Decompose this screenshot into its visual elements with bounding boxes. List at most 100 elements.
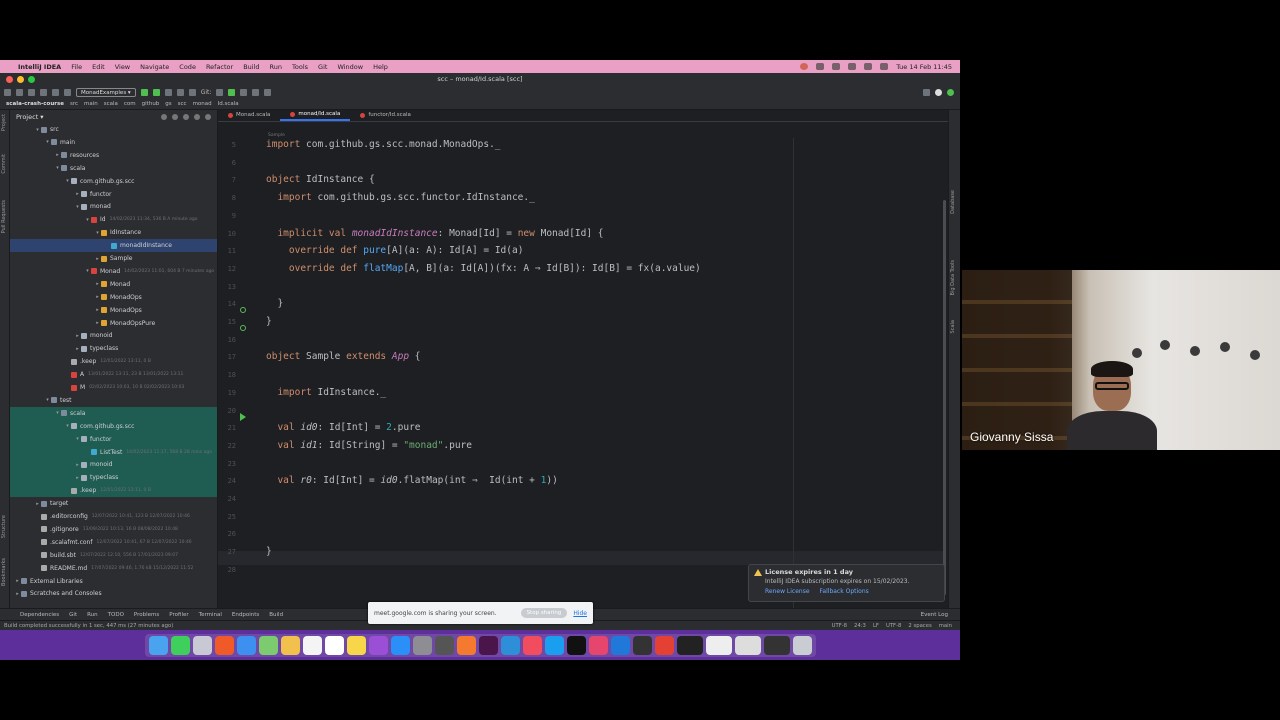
profiler-tool-button[interactable]: Profiler (169, 612, 188, 618)
terminal-tool-button[interactable]: Terminal (199, 612, 222, 618)
code-line[interactable]: val id1: Id[String] = "monad".pure (266, 439, 472, 453)
override-marker-icon[interactable] (240, 307, 246, 313)
tree-item[interactable]: ▾ monad (10, 200, 217, 213)
editor-scrollbar[interactable] (943, 200, 946, 595)
expand-arrow-icon[interactable]: ▸ (74, 462, 81, 468)
terminal-icon[interactable] (566, 635, 586, 655)
app-store-icon[interactable] (390, 635, 410, 655)
expand-arrow-icon[interactable]: ▾ (74, 436, 81, 442)
tree-item[interactable]: monadIdInstance (10, 239, 217, 253)
vscode-icon[interactable] (500, 635, 520, 655)
build-tool-button[interactable]: Build (269, 612, 283, 618)
run-tool-button[interactable]: Run (87, 612, 98, 618)
tab-functor-id-scala[interactable]: functor/Id.scala (350, 109, 421, 121)
git-rollback-icon[interactable] (264, 89, 272, 96)
expand-arrow-icon[interactable]: ▾ (54, 165, 61, 171)
gear-icon[interactable] (194, 113, 200, 120)
git-commit-icon[interactable] (228, 89, 236, 96)
editor-gutter[interactable]: 5 6 7 8 9 10 11 12 13 14 15 16 17 18 19 20 21 22 23 24 24 25 2… (218, 138, 258, 608)
tree-item[interactable]: ▾ scala (10, 162, 217, 175)
expand-arrow-icon[interactable]: ▾ (94, 230, 101, 236)
tree-item[interactable]: ▾ main (10, 136, 217, 149)
git-history-icon[interactable] (252, 89, 260, 96)
expand-arrow-icon[interactable]: ▾ (74, 204, 81, 210)
expand-arrow-icon[interactable]: ▸ (74, 333, 81, 339)
endpoints-tool-button[interactable]: Endpoints (232, 612, 259, 618)
system-preferences-icon[interactable] (412, 635, 432, 655)
expand-arrow-icon[interactable]: ▸ (74, 346, 81, 352)
coverage-icon[interactable] (164, 89, 172, 96)
scala-worksheet-tab[interactable]: Scala (950, 320, 956, 333)
back-icon[interactable] (40, 89, 47, 96)
tree-item[interactable]: .gitignore 13/09/2022 10:13, 16 B 08/08/2… (10, 523, 217, 536)
code-line[interactable]: implicit val monadIdInstance: Monad[Id] … (266, 227, 603, 241)
menubar-clock[interactable]: Tue 14 Feb 11:45 (896, 63, 952, 71)
fallback-options-link[interactable]: Fallback Options (820, 588, 869, 595)
project-view-select[interactable]: Project ▾ (16, 113, 44, 121)
trash-icon[interactable] (792, 635, 812, 655)
git-update-icon[interactable] (216, 89, 224, 96)
reminders-icon[interactable] (324, 635, 344, 655)
breadcrumb-item[interactable]: scc (178, 101, 187, 107)
tree-item[interactable]: .keep 12/01/2022 13:11, 0 B (10, 484, 217, 498)
expand-arrow-icon[interactable]: ▸ (94, 281, 101, 287)
breadcrumb-item[interactable]: scala (104, 101, 118, 107)
tab-monad-id-scala[interactable]: monad/Id.scala (280, 109, 351, 121)
tree-item[interactable]: .scalafmt.conf 12/07/2022 10:41, 67 B 12/… (10, 536, 217, 549)
debug-icon[interactable] (152, 89, 160, 96)
record-icon[interactable] (800, 63, 809, 70)
wifi-icon[interactable] (848, 63, 857, 70)
status-indent[interactable]: 2 spaces (908, 623, 931, 629)
chrome-icon[interactable] (434, 635, 454, 655)
todo-tool-button[interactable]: TODO (108, 612, 124, 618)
google-chrome-icon[interactable] (654, 635, 674, 655)
code-line[interactable]: val id0: Id[Int] = 2.pure (266, 421, 420, 435)
finder-icon[interactable] (148, 635, 168, 655)
window-thumbnail-icon[interactable] (763, 635, 790, 655)
breadcrumb-item[interactable]: main (84, 101, 98, 107)
code-line[interactable]: import com.github.gs.scc.monad.MonadOps.… (266, 138, 501, 152)
expand-arrow-icon[interactable]: ▸ (94, 307, 101, 313)
podcasts-icon[interactable] (368, 635, 388, 655)
expand-arrow-icon[interactable]: ▾ (54, 410, 61, 416)
tree-item[interactable]: ▸ Monad (10, 278, 217, 291)
expand-arrow-icon[interactable]: ▸ (94, 256, 101, 262)
renew-license-link[interactable]: Renew License (765, 588, 810, 595)
tab-monad-scala[interactable]: Monad.scala (218, 109, 280, 121)
expand-arrow-icon[interactable]: ▸ (54, 152, 61, 158)
menu-help[interactable]: Help (373, 63, 388, 71)
tree-item[interactable]: ▾ com.github.gs.scc (10, 419, 217, 433)
menu-run[interactable]: Run (270, 63, 282, 71)
expand-arrow-icon[interactable]: ▸ (34, 501, 41, 507)
expand-all-icon[interactable] (172, 113, 178, 120)
code-editor[interactable]: 5 6 7 8 9 10 11 12 13 14 15 16 17 18 19 20 21 22 23 24 24 25 2… (218, 138, 943, 608)
slack-icon[interactable] (478, 635, 498, 655)
stop-sharing-button[interactable]: Stop sharing (520, 608, 568, 618)
window-thumbnail-icon[interactable] (734, 635, 761, 655)
menu-git[interactable]: Git (318, 63, 327, 71)
messages-icon[interactable] (170, 635, 190, 655)
tree-item[interactable]: ▸ MonadOpsPure (10, 317, 217, 330)
menu-view[interactable]: View (115, 63, 130, 71)
settings-icon[interactable] (935, 89, 942, 96)
project-tool-tab[interactable]: Project (1, 114, 7, 131)
tree-item[interactable]: README.md 17/07/2022 09:46, 1.76 kB 15/12… (10, 562, 217, 575)
tree-item[interactable]: ▸ typeclass (10, 342, 217, 355)
collapse-all-icon[interactable] (183, 113, 189, 120)
menu-navigate[interactable]: Navigate (140, 63, 169, 71)
tree-item[interactable]: ListTest 14/02/2023 11:17, 568 B 28 mins … (10, 445, 217, 459)
tree-item[interactable]: .editorconfig 12/07/2022 10:41, 123 B 12/… (10, 510, 217, 523)
expand-arrow-icon[interactable]: ▾ (64, 423, 71, 429)
expand-arrow-icon[interactable]: ▸ (74, 191, 81, 197)
code-line[interactable]: } (266, 315, 272, 329)
tree-item[interactable]: ▾ Monad 14/02/2023 11:01, 604 B 7 minutes … (10, 265, 217, 278)
stop-icon[interactable] (188, 89, 196, 96)
expand-arrow-icon[interactable]: ▾ (64, 178, 71, 184)
hide-share-bar-link[interactable]: Hide (573, 610, 587, 617)
tree-item[interactable]: ▾ Id 14/02/2023 11:34, 536 B A minute ago (10, 213, 217, 226)
code-line[interactable]: object IdInstance { (266, 173, 375, 187)
expand-arrow-icon[interactable]: ▾ (34, 127, 41, 133)
battery-icon[interactable] (832, 63, 841, 70)
mail-icon[interactable] (236, 635, 256, 655)
hide-icon[interactable] (205, 113, 211, 120)
